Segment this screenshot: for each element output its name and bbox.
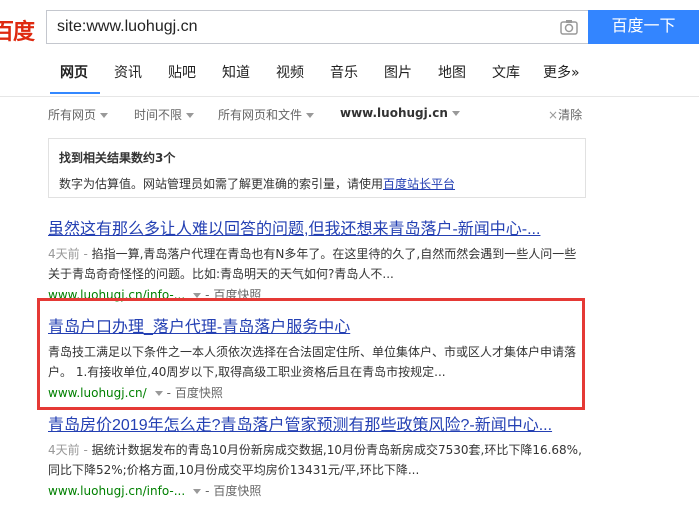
chevron-down-icon — [451, 111, 460, 116]
active-tab-indicator — [50, 92, 100, 94]
camera-icon[interactable] — [560, 19, 578, 35]
search-tabs: 网页 资讯 贴吧 知道 视频 音乐 图片 地图 文库 更多» — [0, 50, 699, 97]
tab-map[interactable]: 地图 — [438, 62, 466, 82]
tab-images[interactable]: 图片 — [384, 62, 412, 82]
search-result: 虽然这有那么多让人难以回答的问题,但我还想来青岛落户-新闻中心-... 4天前 … — [48, 220, 598, 304]
tab-web[interactable]: 网页 — [60, 62, 88, 82]
search-button[interactable]: 百度一下 — [588, 10, 699, 44]
result-abstract: 4天前 - 据统计数据发布的青岛10月份新房成交数据,10月份青岛新房成交753… — [48, 443, 582, 477]
tab-more[interactable]: 更多» — [543, 62, 580, 82]
filter-all-pages[interactable]: 所有网页 — [48, 106, 109, 123]
filter-time[interactable]: 时间不限 — [134, 106, 195, 123]
chevron-down-icon — [100, 113, 109, 118]
webmaster-platform-link[interactable]: 百度站长平台 — [383, 177, 455, 191]
tab-video[interactable]: 视频 — [276, 62, 304, 82]
tab-tieba[interactable]: 贴吧 — [168, 62, 196, 82]
search-result: 青岛房价2019年怎么走?青岛落户管家预测有那些政策风险?-新闻中心... 4天… — [48, 416, 598, 500]
highlight-box — [37, 298, 585, 410]
filter-site[interactable]: www.luohugj.cn — [340, 106, 460, 120]
result-abstract: 4天前 - 掐指一算,青岛落户代理在青岛也有N多年了。在这里待的久了,自然而然会… — [48, 247, 577, 281]
notice-text: 数字为估算值。网站管理员如需了解更准确的索引量，请使用百度站长平台 — [59, 177, 456, 191]
baidu-logo[interactable]: 百度 — [0, 14, 35, 46]
result-count-notice: 找到相关结果数约3个 数字为估算值。网站管理员如需了解更准确的索引量，请使用百度… — [48, 138, 586, 198]
clear-filters[interactable]: ×清除 — [548, 106, 582, 123]
search-box[interactable] — [46, 10, 588, 44]
tab-zhidao[interactable]: 知道 — [222, 62, 250, 82]
header: 百度 百度一下 — [0, 0, 699, 50]
result-title-link[interactable]: 虽然这有那么多让人难以回答的问题,但我还想来青岛落户-新闻中心-... — [48, 220, 598, 240]
chevron-down-icon — [186, 113, 195, 118]
chevron-down-icon — [306, 113, 315, 118]
snapshot-link[interactable]: - 百度快照 — [205, 484, 261, 498]
result-count: 找到相关结果数约3个 — [59, 151, 176, 165]
filter-file-type[interactable]: 所有网页和文件 — [218, 106, 315, 123]
tab-news[interactable]: 资讯 — [114, 62, 142, 82]
tab-wenku[interactable]: 文库 — [492, 62, 520, 82]
filter-bar: 所有网页 时间不限 所有网页和文件 www.luohugj.cn ×清除 — [0, 96, 699, 132]
result-url: www.luohugj.cn/info-... - 百度快照 — [48, 484, 262, 498]
close-icon: × — [548, 108, 559, 122]
chevron-down-icon[interactable] — [193, 489, 202, 494]
result-title-link[interactable]: 青岛房价2019年怎么走?青岛落户管家预测有那些政策风险?-新闻中心... — [48, 416, 598, 436]
tab-music[interactable]: 音乐 — [330, 62, 358, 82]
search-input[interactable] — [57, 11, 537, 43]
